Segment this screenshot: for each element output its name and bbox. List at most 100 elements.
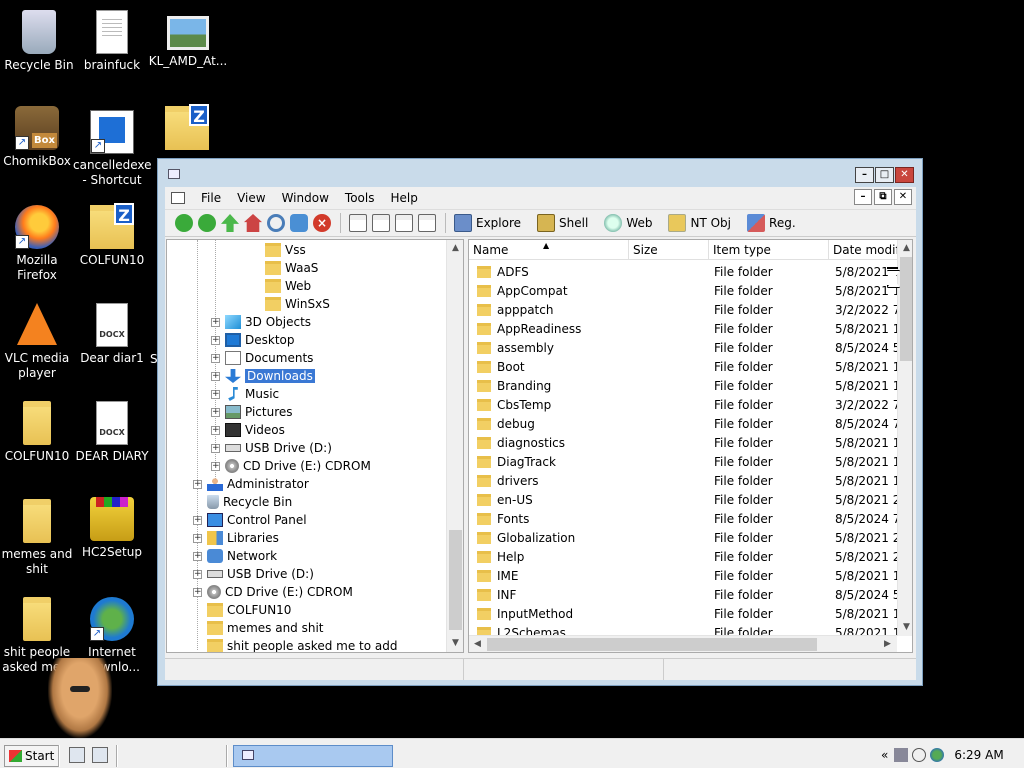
mdi-minimize-button[interactable]: – bbox=[854, 189, 872, 205]
desktop-icon-cancelledexe[interactable]: cancelledexe - Shortcut bbox=[73, 110, 152, 188]
stop-icon[interactable]: × bbox=[313, 214, 331, 232]
list-horizontal-scrollbar[interactable]: ◀ ▶ bbox=[469, 635, 897, 652]
desktop-icon-vlc[interactable]: VLC media player bbox=[0, 303, 76, 381]
list-row[interactable]: Boot File folder 5/8/2021 1:2 bbox=[469, 357, 897, 376]
tree-item-waas[interactable]: WaaS bbox=[265, 259, 318, 277]
list-row[interactable]: assembly File folder 8/5/2024 5:2 bbox=[469, 338, 897, 357]
tree-item-cd-drive-root[interactable]: + CD Drive (E:) CDROM bbox=[193, 583, 353, 601]
list-row[interactable]: Fonts File folder 8/5/2024 7:5 bbox=[469, 509, 897, 528]
scroll-thumb[interactable] bbox=[449, 530, 462, 630]
tree-item-pictures[interactable]: + Pictures bbox=[211, 403, 293, 421]
scroll-right-arrow-icon[interactable]: ▶ bbox=[879, 636, 896, 652]
desktop-icon-memes-folder[interactable]: memes and shit bbox=[0, 499, 76, 577]
tree-item-network[interactable]: + Network bbox=[193, 547, 277, 565]
tree-item-cd-drive[interactable]: + CD Drive (E:) CDROM bbox=[211, 457, 371, 475]
list-row[interactable]: diagnostics File folder 5/8/2021 1:1 bbox=[469, 433, 897, 452]
scroll-thumb[interactable] bbox=[487, 638, 817, 651]
desktop-icon-chomikbox[interactable]: Box ChomikBox bbox=[0, 106, 76, 169]
list-row[interactable]: drivers File folder 5/8/2021 1:1 bbox=[469, 471, 897, 490]
desktop-icon-dear-diary[interactable]: DOCX DEAR DIARY bbox=[73, 401, 151, 464]
scroll-up-arrow-icon[interactable]: ▲ bbox=[447, 240, 463, 257]
menu-help[interactable]: Help bbox=[382, 188, 425, 208]
back-arrow-icon[interactable] bbox=[175, 214, 193, 232]
list-row[interactable]: Help File folder 5/8/2021 2:3 bbox=[469, 547, 897, 566]
desktop-icon-colfun10-folder[interactable]: COLFUN10 bbox=[0, 401, 76, 464]
up-arrow-icon[interactable] bbox=[221, 214, 239, 232]
list-vertical-scrollbar[interactable]: ▲ ▼ bbox=[897, 240, 912, 636]
tree-item-vss[interactable]: Vss bbox=[265, 241, 306, 259]
desktop-icon-recycle-bin[interactable]: Recycle Bin bbox=[0, 10, 78, 73]
expand-icon[interactable]: + bbox=[193, 587, 202, 597]
new-window-icon[interactable] bbox=[349, 214, 367, 232]
column-header-date[interactable]: Date modifi bbox=[829, 240, 897, 260]
tree-item-music[interactable]: + Music bbox=[211, 385, 279, 403]
ntobj-button[interactable]: NT Obj bbox=[668, 214, 731, 232]
close-button[interactable]: ✕ bbox=[895, 167, 914, 183]
scroll-up-arrow-icon[interactable]: ▲ bbox=[898, 240, 912, 257]
clock[interactable]: 6:29 AM bbox=[954, 748, 1003, 762]
mdi-child-icon[interactable] bbox=[171, 192, 185, 204]
tree-item-downloads[interactable]: + Downloads bbox=[211, 367, 315, 385]
list-row[interactable]: InputMethod File folder 5/8/2021 1:1 bbox=[469, 604, 897, 623]
list-row[interactable]: en-US File folder 5/8/2021 2:3 bbox=[469, 490, 897, 509]
desktop-icon-brainfuck[interactable]: brainfuck bbox=[73, 10, 151, 73]
tree-item-videos[interactable]: + Videos bbox=[211, 421, 285, 439]
search-icon[interactable] bbox=[267, 214, 285, 232]
list-row[interactable]: CbsTemp File folder 3/2/2022 7:5 bbox=[469, 395, 897, 414]
expand-icon[interactable]: + bbox=[193, 569, 202, 579]
expand-icon[interactable]: + bbox=[193, 533, 202, 543]
scroll-down-arrow-icon[interactable]: ▼ bbox=[898, 619, 912, 636]
list-row[interactable]: apppatch File folder 3/2/2022 7:5 bbox=[469, 300, 897, 319]
list-row[interactable]: INF File folder 8/5/2024 5:5 bbox=[469, 585, 897, 604]
tile-vertical-icon[interactable] bbox=[418, 214, 436, 232]
volume-icon[interactable] bbox=[912, 748, 927, 762]
expand-icon[interactable]: + bbox=[211, 371, 220, 381]
mdi-close-button[interactable]: ✕ bbox=[894, 189, 912, 205]
tree-item-web[interactable]: Web bbox=[265, 277, 311, 295]
list-row[interactable]: ADFSFile folder5/8/2021 2:3 bbox=[469, 262, 897, 281]
network-tray-icon[interactable] bbox=[894, 748, 909, 762]
expand-icon[interactable]: + bbox=[211, 317, 220, 327]
tree-item-usb-drive[interactable]: + USB Drive (D:) bbox=[211, 439, 332, 457]
menu-file[interactable]: File bbox=[193, 188, 229, 208]
desktop-icon-dear-diar1[interactable]: DOCX Dear diar1 bbox=[73, 303, 151, 366]
explore-button[interactable]: Explore bbox=[454, 214, 521, 232]
quick-launch-desktop-icon[interactable] bbox=[69, 747, 85, 763]
column-header-type[interactable]: Item type bbox=[709, 240, 829, 260]
tile-horizontal-icon[interactable] bbox=[395, 214, 413, 232]
desktop-icon-hc2setup[interactable]: HC2Setup bbox=[73, 497, 151, 560]
list-row[interactable]: Globalization File folder 5/8/2021 2:3 bbox=[469, 528, 897, 547]
expand-icon[interactable]: + bbox=[211, 407, 220, 417]
tray-expand-icon[interactable]: « bbox=[881, 748, 888, 762]
home-icon[interactable] bbox=[244, 214, 262, 232]
cascade-windows-icon[interactable] bbox=[372, 214, 390, 232]
expand-icon[interactable]: + bbox=[211, 443, 220, 453]
web-button[interactable]: Web bbox=[604, 214, 652, 232]
column-header-name[interactable]: Name ▲ bbox=[469, 240, 629, 260]
menu-window[interactable]: Window bbox=[274, 188, 337, 208]
list-row[interactable]: AppReadiness File folder 5/8/2021 1:1 bbox=[469, 319, 897, 338]
tree-item-documents[interactable]: + Documents bbox=[211, 349, 313, 367]
expand-icon[interactable]: + bbox=[193, 479, 202, 489]
quick-launch-explorer-icon[interactable] bbox=[92, 747, 108, 763]
list-row[interactable]: IME File folder 5/8/2021 1:1 bbox=[469, 566, 897, 585]
folder-tree-pane[interactable]: Vss WaaS Web WinSxS +3D Objects + Desktop… bbox=[166, 239, 464, 653]
desktop-icon-colfun10-zip[interactable]: Z COLFUN10 bbox=[73, 203, 151, 268]
desktop-icon-zip-folder[interactable]: Z bbox=[148, 104, 226, 154]
start-button[interactable]: Start bbox=[4, 745, 60, 767]
tree-item-shit-people[interactable]: shit people asked me to add bbox=[207, 637, 397, 652]
tree-item-control-panel[interactable]: + Control Panel bbox=[193, 511, 307, 529]
expand-icon[interactable]: + bbox=[193, 551, 202, 561]
file-list-pane[interactable]: Name ▲ Size Item type Date modifi ADFS Fil… bbox=[468, 239, 913, 653]
tree-item-recycle-bin[interactable]: Recycle Bin bbox=[207, 493, 292, 511]
tree-item-desktop[interactable]: + Desktop bbox=[211, 331, 295, 349]
list-row[interactable]: AppCompatFile folder5/8/2021 1:1 bbox=[469, 281, 897, 300]
expand-icon[interactable]: + bbox=[211, 335, 220, 345]
scroll-thumb[interactable] bbox=[900, 257, 912, 361]
scroll-down-arrow-icon[interactable]: ▼ bbox=[447, 635, 463, 652]
tree-item-usb-drive-root[interactable]: + USB Drive (D:) bbox=[193, 565, 314, 583]
desktop-icon-kl-amd[interactable]: KL_AMD_At... bbox=[148, 10, 228, 69]
tree-item-3d-objects[interactable]: +3D Objects bbox=[211, 313, 311, 331]
expand-icon[interactable]: + bbox=[193, 515, 202, 525]
desktop-icon-firefox[interactable]: Mozilla Firefox bbox=[0, 205, 76, 283]
